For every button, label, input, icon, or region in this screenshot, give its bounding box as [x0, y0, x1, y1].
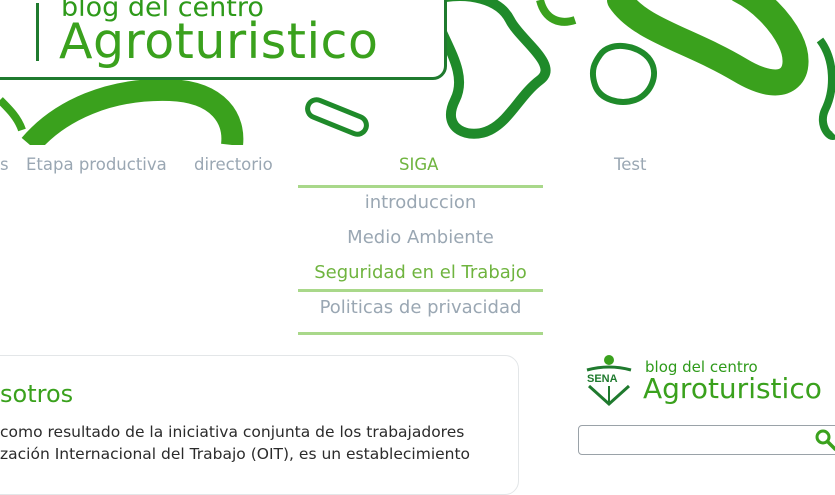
nav-item-test[interactable]: Test [614, 155, 647, 181]
site-logo[interactable]: blog del centro Agroturistico [0, 0, 447, 80]
nav-item-directorio[interactable]: directorio [194, 155, 273, 181]
content-title: sotros [0, 380, 74, 408]
submenu-item-introduccion[interactable]: introduccion [298, 192, 543, 213]
header-banner: blog del centro Agroturistico [0, 0, 835, 145]
content-line-1: como resultado de la iniciativa conjunta… [0, 423, 465, 441]
search-icon[interactable] [815, 429, 835, 451]
siga-underline [298, 185, 543, 188]
logo-title: Agroturistico [59, 13, 379, 70]
submenu-item-seguridad[interactable]: Seguridad en el Trabajo [298, 262, 543, 283]
sidebar-logo-title: Agroturistico [643, 372, 822, 405]
nav-item-etapa-productiva[interactable]: Etapa productiva [26, 155, 167, 181]
submenu-item-medio-ambiente[interactable]: Medio Ambiente [298, 227, 543, 248]
submenu-bottom-rule [298, 332, 543, 335]
nav-item-siga[interactable]: SIGA [399, 155, 438, 181]
sena-logo-icon[interactable]: SENA [585, 354, 645, 408]
nav-item-partial[interactable]: s [0, 155, 9, 181]
seguridad-underline [298, 289, 543, 292]
content-line-2: zación Internacional del Trabajo (OIT), … [0, 445, 471, 463]
logo-divider [36, 3, 39, 61]
sena-logo-text: SENA [587, 373, 618, 385]
search-input[interactable] [578, 425, 835, 455]
submenu-item-politicas[interactable]: Politicas de privacidad [298, 297, 543, 318]
